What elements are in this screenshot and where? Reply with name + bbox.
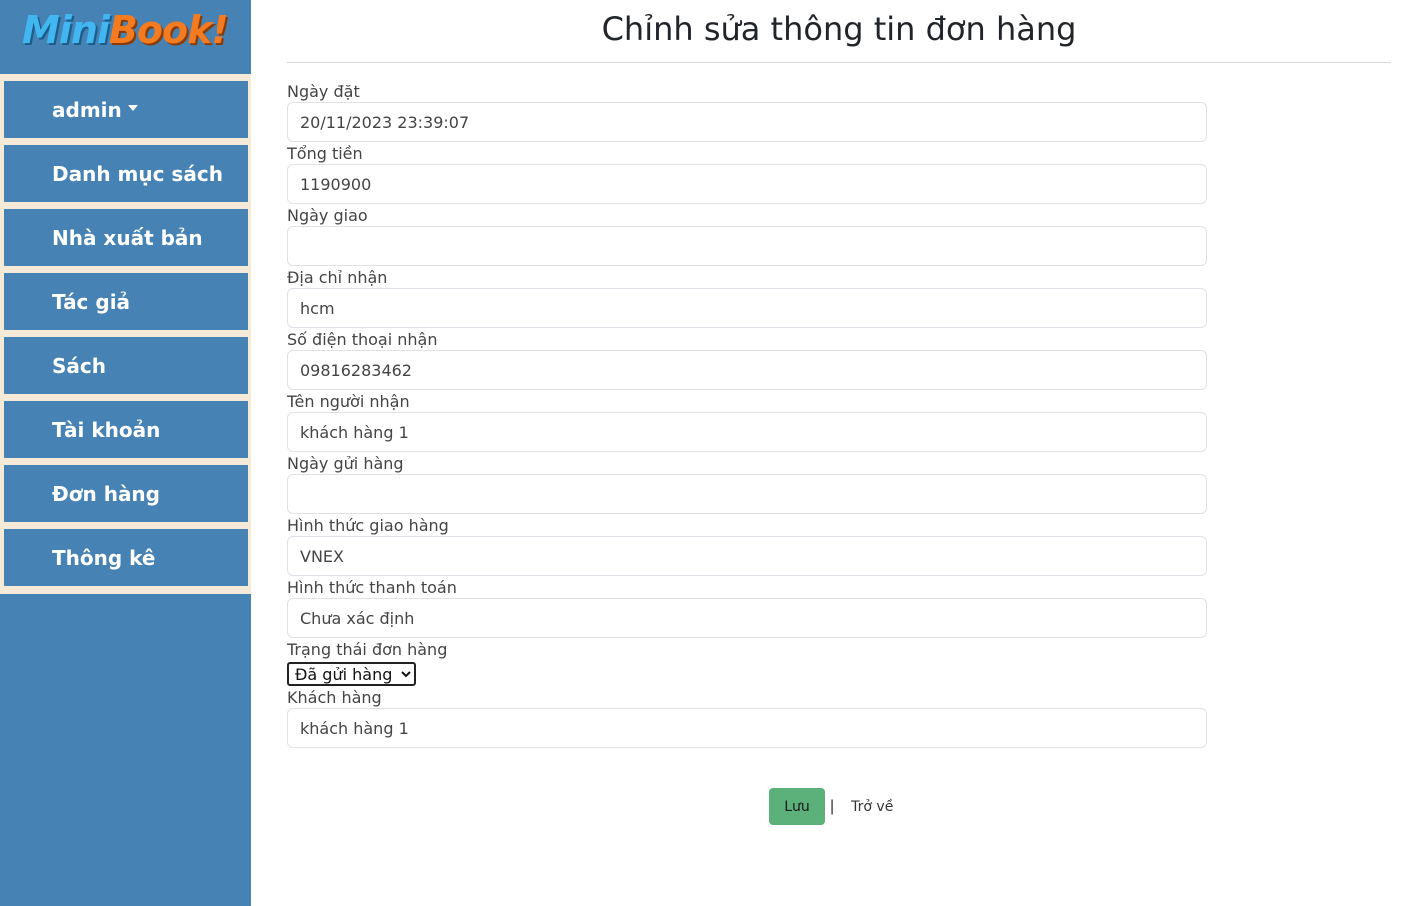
sidebar-item-label: Sách bbox=[52, 353, 106, 378]
recipient-name-field[interactable] bbox=[287, 412, 1207, 452]
order-edit-form: Ngày đặt Tổng tiền Ngày giao Địa chỉ nhậ… bbox=[287, 81, 1391, 749]
order-status-wrap: Đã gửi hàng bbox=[287, 662, 1391, 686]
back-link[interactable]: Trở về bbox=[851, 799, 893, 815]
phone-field[interactable] bbox=[287, 350, 1207, 390]
payment-method-label: Hình thức thanh toán bbox=[287, 578, 457, 597]
order-date-label: Ngày đặt bbox=[287, 82, 360, 101]
address-label: Địa chỉ nhận bbox=[287, 268, 388, 287]
recipient-name-label: Tên người nhận bbox=[287, 392, 410, 411]
sidebar-item-admin[interactable]: admin bbox=[4, 81, 248, 138]
sidebar-menu: admin Danh mục sách Nhà xuất bản Tác giả… bbox=[0, 74, 251, 594]
sidebar-item-don-hang[interactable]: Đơn hàng bbox=[4, 465, 248, 522]
shipping-method-label: Hình thức giao hàng bbox=[287, 516, 449, 535]
customer-field[interactable] bbox=[287, 708, 1207, 748]
delivery-date-field[interactable] bbox=[287, 226, 1207, 266]
sidebar-item-label: Thông kê bbox=[52, 545, 156, 570]
logo-mini-text: Mini bbox=[22, 8, 110, 52]
save-button[interactable]: Lưu bbox=[769, 788, 825, 825]
sidebar-item-label: Tài khoản bbox=[52, 417, 161, 442]
divider bbox=[287, 62, 1391, 63]
customer-label: Khách hàng bbox=[287, 688, 382, 707]
sidebar-item-label: Đơn hàng bbox=[52, 481, 160, 506]
shipping-method-field[interactable] bbox=[287, 536, 1207, 576]
address-field[interactable] bbox=[287, 288, 1207, 328]
payment-method-field[interactable] bbox=[287, 598, 1207, 638]
caret-down-icon bbox=[127, 104, 138, 111]
form-actions: Lưu | Trở về bbox=[769, 788, 893, 825]
separator: | bbox=[830, 797, 835, 815]
sidebar-item-label: Nhà xuất bản bbox=[52, 225, 203, 250]
sidebar-item-danh-muc-sach[interactable]: Danh mục sách bbox=[4, 145, 248, 202]
logo-text: MiniBook! bbox=[22, 8, 229, 52]
sidebar-item-label: admin bbox=[52, 97, 122, 122]
logo-book-text: Book! bbox=[108, 8, 229, 52]
sidebar-item-label: Danh mục sách bbox=[52, 161, 223, 186]
order-status-label: Trạng thái đơn hàng bbox=[287, 640, 448, 659]
sidebar-item-sach[interactable]: Sách bbox=[4, 337, 248, 394]
sidebar-item-tai-khoan[interactable]: Tài khoản bbox=[4, 401, 248, 458]
sidebar-item-nha-xuat-ban[interactable]: Nhà xuất bản bbox=[4, 209, 248, 266]
order-date-field[interactable] bbox=[287, 102, 1207, 142]
page-title: Chỉnh sửa thông tin đơn hàng bbox=[601, 10, 1077, 48]
ship-date-label: Ngày gửi hàng bbox=[287, 454, 404, 473]
logo[interactable]: MiniBook! bbox=[0, 0, 251, 74]
sidebar-item-label: Tác giả bbox=[52, 289, 131, 314]
total-label: Tổng tiền bbox=[287, 144, 363, 163]
phone-label: Số điện thoại nhận bbox=[287, 330, 438, 349]
order-status-select[interactable]: Đã gửi hàng bbox=[287, 662, 416, 686]
sidebar-item-thong-ke[interactable]: Thông kê bbox=[4, 529, 248, 586]
sidebar: MiniBook! admin Danh mục sách Nhà xuất b… bbox=[0, 0, 251, 906]
main-content: Chỉnh sửa thông tin đơn hàng Ngày đặt Tổ… bbox=[287, 0, 1391, 825]
sidebar-item-tac-gia[interactable]: Tác giả bbox=[4, 273, 248, 330]
delivery-date-label: Ngày giao bbox=[287, 206, 368, 225]
total-field[interactable] bbox=[287, 164, 1207, 204]
ship-date-field[interactable] bbox=[287, 474, 1207, 514]
